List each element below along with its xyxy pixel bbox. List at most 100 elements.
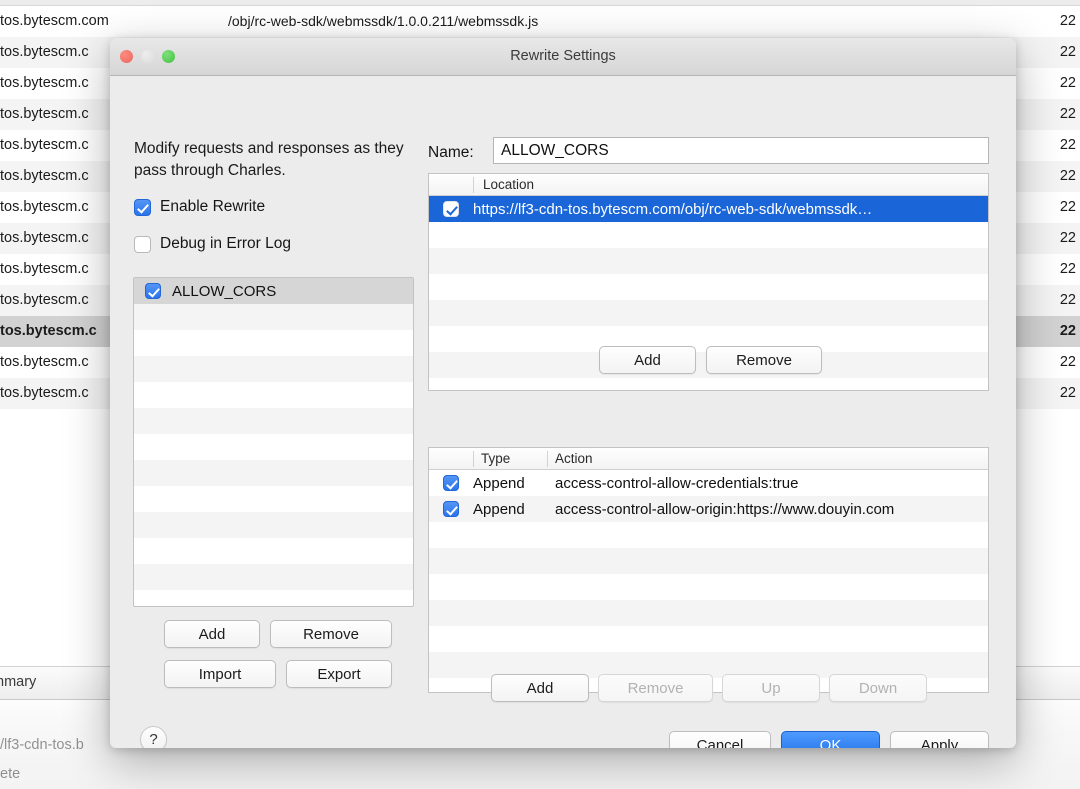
background-row-size: 22	[1059, 13, 1076, 29]
location-column-header: Location	[483, 177, 535, 192]
debug-error-log-checkbox-row[interactable]: Debug in Error Log	[134, 235, 291, 253]
action-table-empty-row	[429, 548, 988, 574]
action-row-checkbox-cell[interactable]	[429, 475, 473, 491]
tab-summary[interactable]: mmary	[0, 674, 36, 690]
background-row-host: tos.bytescm.c	[0, 199, 89, 215]
cancel-button[interactable]: Cancel	[669, 731, 771, 748]
location-table-empty-row	[429, 274, 988, 300]
rules-export-button[interactable]: Export	[286, 660, 392, 688]
rules-list-empty-row	[134, 538, 413, 564]
ok-button[interactable]: OK	[781, 731, 880, 748]
checkbox-checked-icon[interactable]	[443, 475, 459, 491]
action-up-button[interactable]: Up	[722, 674, 820, 702]
name-label: Name:	[428, 144, 474, 161]
action-table-empty-row	[429, 574, 988, 600]
background-row-size: 22	[1059, 354, 1076, 370]
background-row-host: tos.bytescm.c	[0, 168, 89, 184]
location-table-header: Location	[429, 174, 988, 196]
checkbox-checked-icon[interactable]	[443, 501, 459, 517]
rules-list-empty-row	[134, 486, 413, 512]
background-row-host: tos.bytescm.com	[0, 13, 109, 29]
action-table[interactable]: Type Action Append access-control-allow-c…	[428, 447, 989, 693]
location-table-empty-row	[429, 248, 988, 274]
action-table-header: Type Action	[429, 448, 988, 470]
location-row-url: https://lf3-cdn-tos.bytescm.com/obj/rc-w…	[473, 200, 873, 218]
background-row-host: tos.bytescm.c	[0, 292, 89, 308]
rules-list-empty-row	[134, 564, 413, 590]
background-row-path: /obj/rc-web-sdk/webmssdk/1.0.0.211/webms…	[228, 13, 539, 29]
rules-list-empty-row	[134, 304, 413, 330]
background-row-size: 22	[1059, 323, 1076, 339]
action-add-button[interactable]: Add	[491, 674, 589, 702]
rules-remove-button[interactable]: Remove	[270, 620, 392, 648]
location-table-row[interactable]: https://lf3-cdn-tos.bytescm.com/obj/rc-w…	[429, 196, 988, 222]
background-row-size: 22	[1059, 44, 1076, 60]
rules-list-item[interactable]: ALLOW_CORS	[134, 278, 413, 304]
background-row-size: 22	[1059, 168, 1076, 184]
dialog-description: Modify requests and responses as they pa…	[134, 140, 404, 179]
action-row-type: Append	[473, 474, 525, 492]
type-column-header: Type	[481, 451, 511, 466]
dialog-title-bar[interactable]: Rewrite Settings	[110, 38, 1016, 76]
location-table-empty-row	[429, 222, 988, 248]
background-row-host: tos.bytescm.c	[0, 230, 89, 246]
action-row-action: access-control-allow-credentials:true	[555, 474, 799, 492]
location-remove-button[interactable]: Remove	[706, 346, 822, 374]
background-row-host: tos.bytescm.c	[0, 106, 89, 122]
location-table-empty-row	[429, 300, 988, 326]
background-row-host: tos.bytescm.c	[0, 323, 97, 339]
apply-button[interactable]: Apply	[890, 731, 989, 748]
action-row-action: access-control-allow-origin:https://www.…	[555, 500, 895, 518]
name-input[interactable]: ALLOW_CORS	[493, 137, 989, 164]
background-row-size: 22	[1059, 106, 1076, 122]
background-row-size: 22	[1059, 75, 1076, 91]
background-row-size: 22	[1059, 199, 1076, 215]
dialog-title: Rewrite Settings	[510, 48, 616, 64]
background-row-size: 22	[1059, 137, 1076, 153]
checkbox-checked-icon[interactable]	[145, 283, 161, 299]
checkbox-checked-icon[interactable]	[443, 201, 459, 217]
background-row-size: 22	[1059, 385, 1076, 401]
rules-list-empty-row	[134, 408, 413, 434]
background-row-host: tos.bytescm.c	[0, 354, 89, 370]
rules-list-empty-row	[134, 356, 413, 382]
background-row-size: 22	[1059, 230, 1076, 246]
enable-rewrite-checkbox-row[interactable]: Enable Rewrite	[134, 198, 265, 216]
rules-list-empty-row	[134, 512, 413, 538]
background-row-host: tos.bytescm.c	[0, 75, 89, 91]
location-add-button[interactable]: Add	[599, 346, 696, 374]
rules-list[interactable]: ALLOW_CORS	[133, 277, 414, 607]
rules-list-item-label: ALLOW_CORS	[172, 282, 277, 300]
action-remove-button[interactable]: Remove	[598, 674, 713, 702]
location-table-empty-row	[429, 378, 988, 390]
action-table-row[interactable]: Append access-control-allow-origin:https:…	[429, 496, 988, 522]
background-footer-status: ete	[0, 760, 1080, 789]
rules-list-empty-row	[134, 460, 413, 486]
action-row-type: Append	[473, 500, 525, 518]
rules-list-empty-row	[134, 434, 413, 460]
background-row-size: 22	[1059, 292, 1076, 308]
dialog-body: Modify requests and responses as they pa…	[110, 76, 1016, 748]
action-table-empty-row	[429, 522, 988, 548]
checkbox-checked-icon[interactable]	[134, 198, 151, 216]
location-row-checkbox-cell[interactable]	[429, 201, 473, 217]
rules-import-button[interactable]: Import	[164, 660, 276, 688]
background-row-host: tos.bytescm.c	[0, 137, 89, 153]
rules-list-empty-row	[134, 330, 413, 356]
background-row-host: tos.bytescm.c	[0, 261, 89, 277]
action-table-empty-row	[429, 626, 988, 652]
action-down-button[interactable]: Down	[829, 674, 927, 702]
help-button[interactable]: ?	[140, 726, 167, 748]
enable-rewrite-label: Enable Rewrite	[160, 198, 266, 215]
action-table-empty-row	[429, 600, 988, 626]
action-row-checkbox-cell[interactable]	[429, 501, 473, 517]
action-table-row[interactable]: Append access-control-allow-credentials:t…	[429, 470, 988, 496]
background-row-size: 22	[1059, 261, 1076, 277]
action-column-header: Action	[555, 451, 593, 466]
checkbox-unchecked-icon[interactable]	[134, 235, 151, 253]
background-row[interactable]: tos.bytescm.com/obj/rc-web-sdk/webmssdk/…	[0, 6, 1080, 37]
background-row-host: tos.bytescm.c	[0, 44, 89, 60]
debug-error-log-label: Debug in Error Log	[160, 235, 291, 252]
background-row-host: tos.bytescm.c	[0, 385, 89, 401]
rules-add-button[interactable]: Add	[164, 620, 260, 648]
